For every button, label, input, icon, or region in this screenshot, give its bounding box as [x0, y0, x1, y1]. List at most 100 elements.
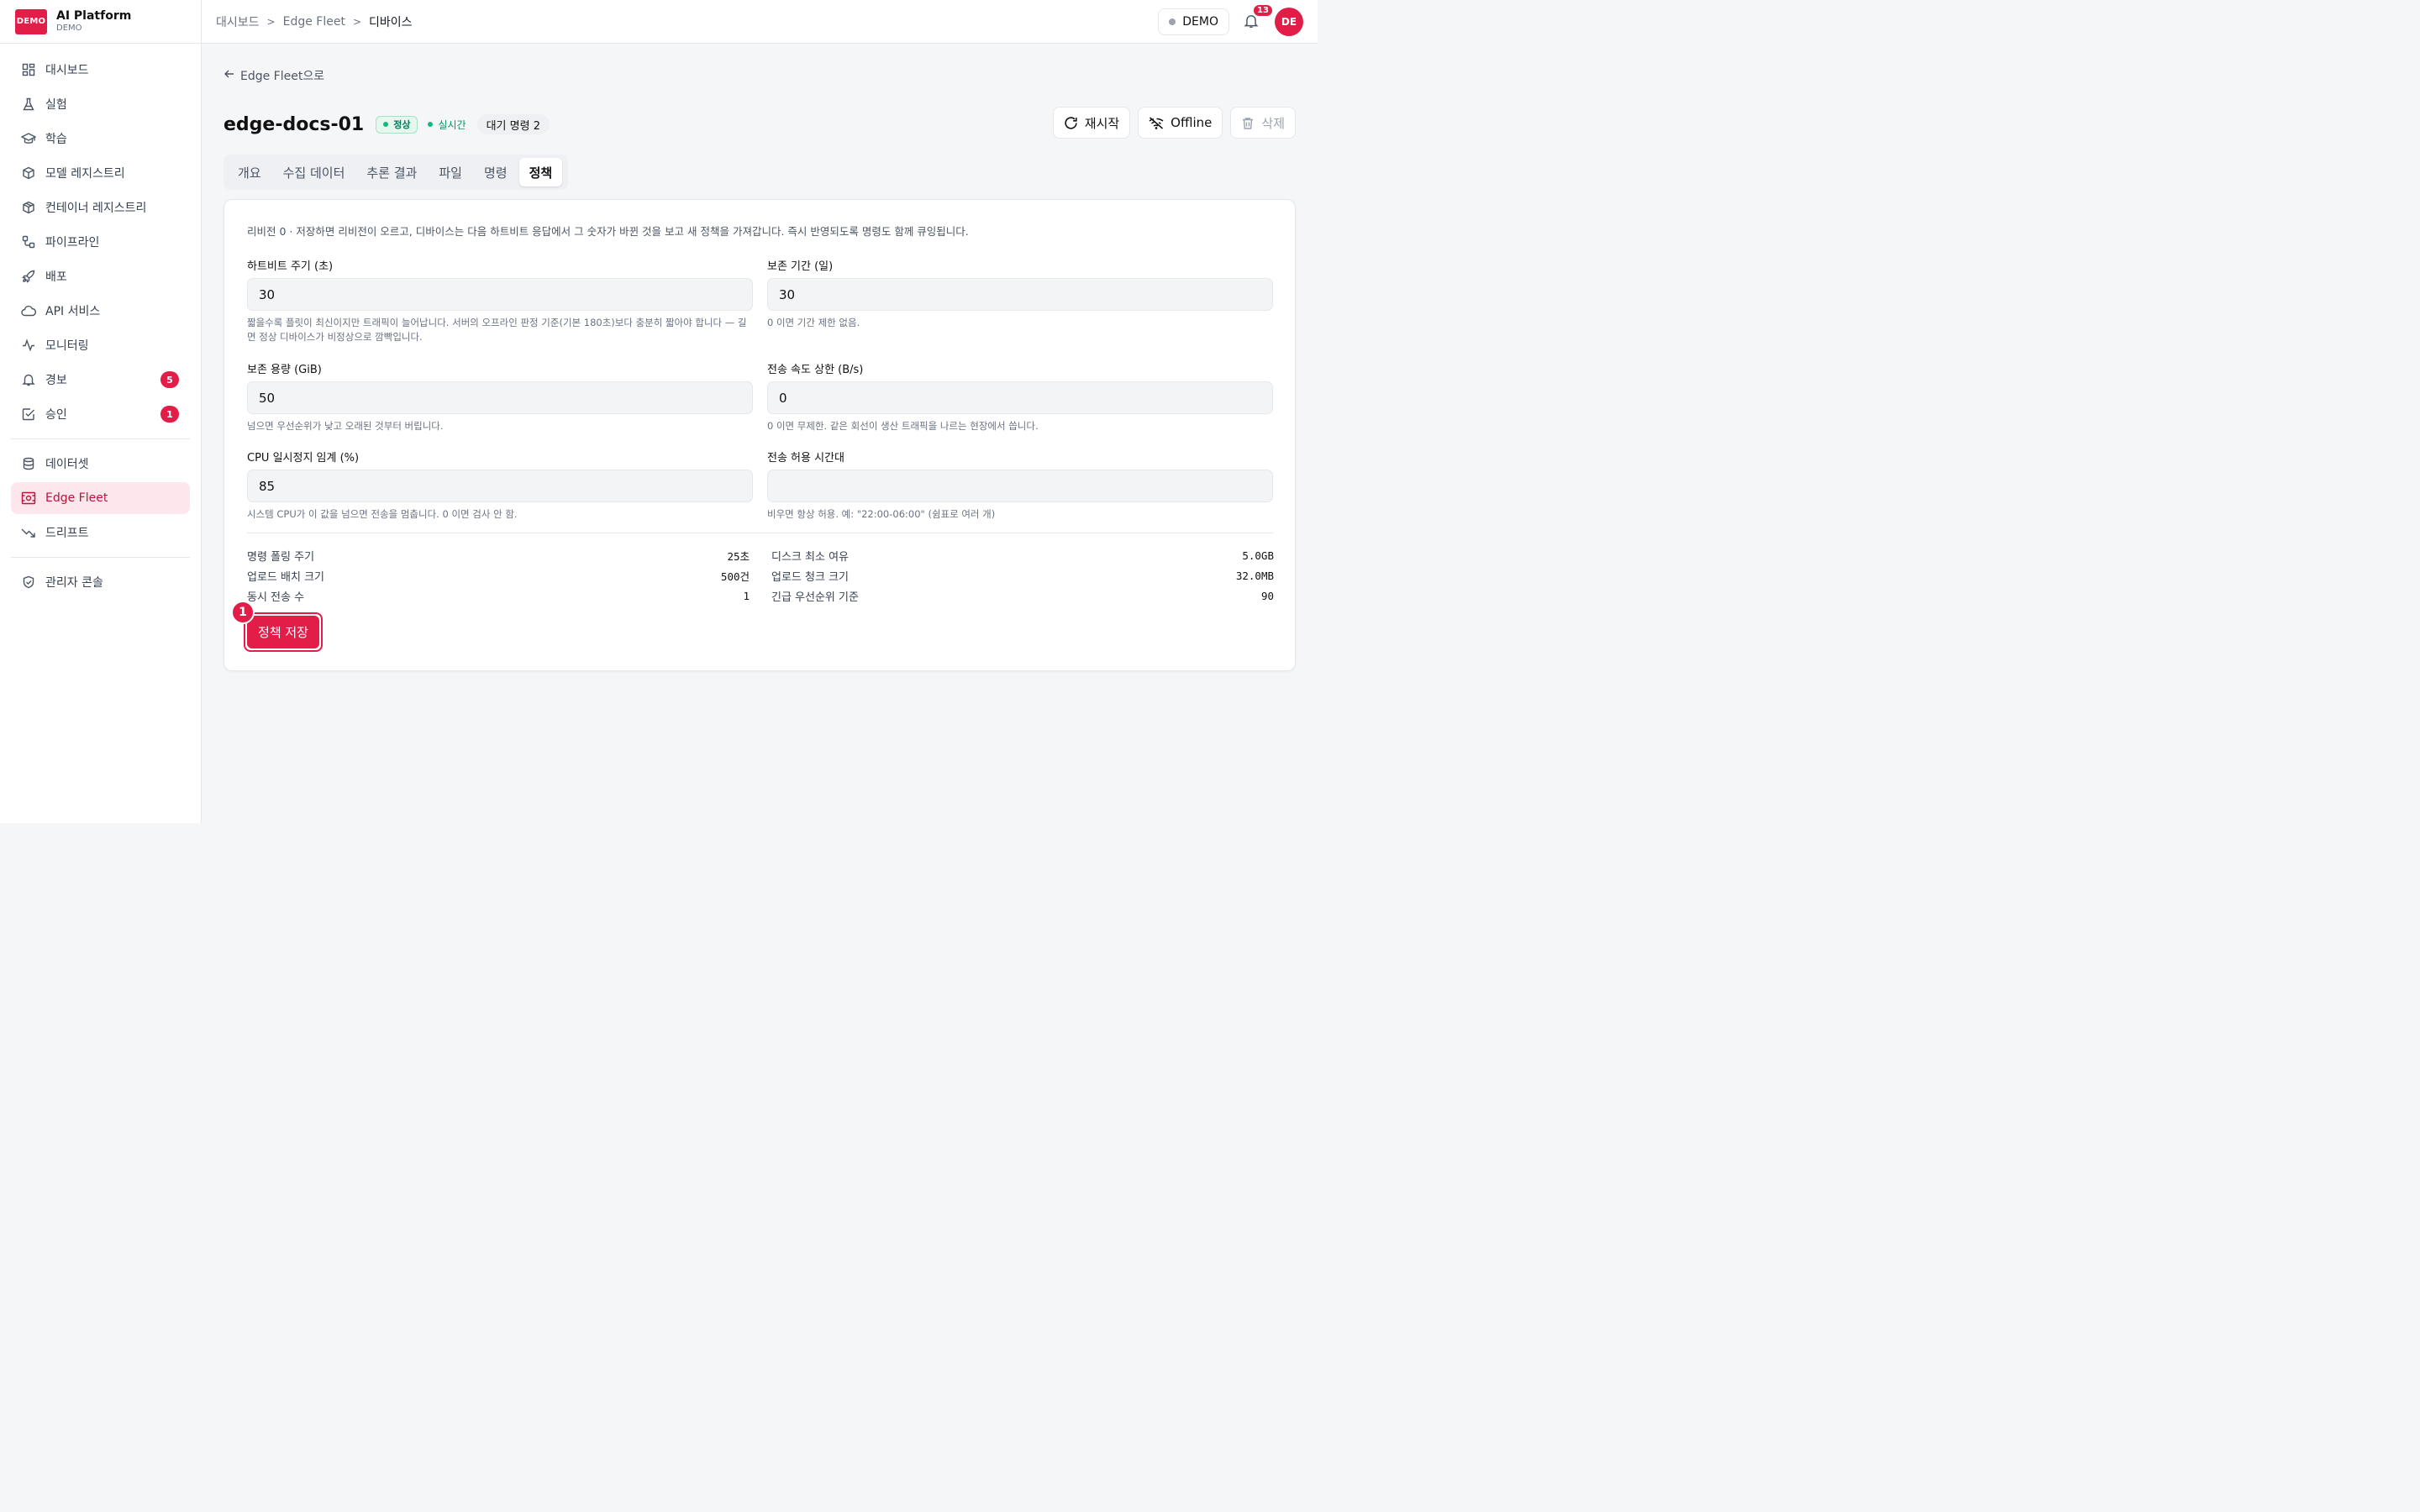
- status-badge-label: 정상: [393, 119, 411, 130]
- tab-overview[interactable]: 개요: [228, 158, 271, 186]
- delete-button[interactable]: 삭제: [1230, 107, 1296, 139]
- transfer-window-input[interactable]: [767, 470, 1273, 502]
- sidebar-item-datasets[interactable]: 데이터셋: [11, 448, 190, 480]
- sidebar-item-monitoring[interactable]: 모니터링: [11, 329, 190, 361]
- brand-logo: DEMO: [15, 8, 47, 34]
- cpu-pause-input[interactable]: 85: [247, 470, 753, 502]
- cube-icon: [21, 165, 36, 181]
- retention-days-help: 0 이면 기간 제한 없음.: [767, 317, 860, 328]
- tab-files[interactable]: 파일: [429, 158, 472, 186]
- chevron-right-icon: >: [266, 15, 276, 28]
- rate-limit-label: 전송 속도 상한 (B/s): [767, 364, 864, 376]
- device-header: edge-docs-01 정상 실시간 대기 명령 2 재시작 Offline …: [224, 107, 1296, 139]
- sidebar-item-label: 모니터링: [45, 339, 89, 353]
- tab-inference-results[interactable]: 추론 결과: [356, 158, 427, 186]
- breadcrumb-edge-fleet[interactable]: Edge Fleet: [283, 15, 345, 29]
- back-link-label: Edge Fleet으로: [240, 70, 325, 83]
- stat-row: 긴급 우선순위 기준 90: [771, 585, 1274, 606]
- avatar[interactable]: DE: [1275, 8, 1303, 36]
- sidebar-item-api-services[interactable]: API 서비스: [11, 295, 190, 327]
- shield-icon: [21, 575, 36, 590]
- approvals-count-badge: 1: [160, 406, 179, 423]
- sidebar: DEMO AI Platform DEMO 대시보드 실험 학습 모델 레지스트…: [0, 0, 202, 823]
- retention-gib-input[interactable]: 50: [247, 381, 753, 414]
- heartbeat-label: 하트비트 주기 (초): [247, 260, 334, 273]
- revision-info: 리비전 0 · 저장하면 리비전이 오르고, 디바이스는 다음 하트비트 응답에…: [247, 225, 969, 238]
- live-label: 실시간: [438, 118, 466, 131]
- environment-selector[interactable]: DEMO: [1158, 8, 1229, 35]
- sidebar-item-admin-console[interactable]: 관리자 콘솔: [11, 566, 190, 598]
- retention-gib-label: 보존 용량 (GiB): [247, 364, 322, 376]
- workflow-icon: [21, 234, 36, 249]
- status-dot-icon: [1169, 18, 1176, 25]
- stat-label: 업로드 배치 크기: [247, 570, 324, 584]
- save-button-highlight: 정책 저장: [244, 612, 323, 652]
- sidebar-item-experiments[interactable]: 실험: [11, 88, 190, 120]
- sidebar-item-label: 드리프트: [45, 527, 89, 540]
- heartbeat-field: 하트비트 주기 (초) 30 짧을수록 플릿이 최신이지만 트래픽이 늘어납니다…: [247, 257, 753, 344]
- sidebar-item-deploy[interactable]: 배포: [11, 260, 190, 292]
- stat-row: 업로드 배치 크기 500건: [247, 565, 750, 585]
- stat-label: 동시 전송 수: [247, 591, 305, 604]
- restart-button-label: 재시작: [1084, 115, 1120, 131]
- restart-button[interactable]: 재시작: [1052, 107, 1131, 139]
- sidebar-item-label: 배포: [45, 270, 67, 284]
- sidebar-item-alerts[interactable]: 경보 5: [11, 364, 190, 396]
- sidebar-item-edge-fleet[interactable]: Edge Fleet: [11, 482, 190, 514]
- breadcrumb-dashboard[interactable]: 대시보드: [216, 13, 260, 30]
- heartbeat-input[interactable]: 30: [247, 278, 753, 311]
- stat-value: 500건: [720, 570, 750, 583]
- policy-card: 리비전 0 · 저장하면 리비전이 오르고, 디바이스는 다음 하트비트 응답에…: [224, 199, 1296, 671]
- retention-days-input[interactable]: 30: [767, 278, 1273, 311]
- refresh-icon: [1064, 116, 1078, 130]
- dashboard-icon: [21, 62, 36, 77]
- stat-row: 업로드 청크 크기 32.0MB: [771, 565, 1274, 585]
- topbar: 대시보드 > Edge Fleet > 디바이스 DEMO 13 DE: [202, 0, 1318, 44]
- stat-label: 긴급 우선순위 기준: [771, 591, 859, 604]
- tab-policy[interactable]: 정책: [518, 158, 563, 186]
- bell-icon: [21, 372, 36, 387]
- stat-label: 디스크 최소 여유: [771, 550, 849, 564]
- step-marker: 1: [231, 601, 255, 624]
- chevron-right-icon: >: [352, 15, 361, 28]
- cpu-pause-help: 시스템 CPU가 이 값을 넘으면 전송을 멈춥니다. 0 이면 검사 안 함.: [247, 508, 518, 520]
- retention-gib-help: 넘으면 우선순위가 낮고 오래된 것부터 버립니다.: [247, 420, 444, 432]
- rate-limit-input[interactable]: 0: [767, 381, 1273, 414]
- save-policy-button[interactable]: 정책 저장: [247, 616, 319, 648]
- breadcrumb-current: 디바이스: [369, 15, 413, 29]
- transfer-window-help: 비우면 항상 허용. 예: "22:00-06:00" (쉼표로 여러 개): [767, 508, 996, 520]
- stat-label: 명령 폴링 주기: [247, 550, 315, 564]
- rocket-icon: [21, 269, 36, 284]
- tab-collected-data[interactable]: 수집 데이터: [273, 158, 355, 186]
- stat-row: 디스크 최소 여유 5.0GB: [771, 545, 1274, 565]
- sidebar-item-pipelines[interactable]: 파이프라인: [11, 226, 190, 258]
- notifications-button[interactable]: 13: [1244, 3, 1274, 30]
- status-dot-icon: [383, 122, 389, 127]
- retention-gib-field: 보존 용량 (GiB) 50 넘으면 우선순위가 낮고 오래된 것부터 버립니다…: [247, 360, 753, 433]
- transfer-window-label: 전송 허용 시간대: [767, 452, 844, 465]
- pending-commands-badge: 대기 명령 2: [476, 114, 550, 134]
- cpu-pause-field: CPU 일시정지 임계 (%) 85 시스템 CPU가 이 값을 넘으면 전송을…: [247, 449, 753, 522]
- sidebar-divider: [11, 557, 190, 558]
- back-to-edge-fleet-link[interactable]: Edge Fleet으로: [224, 67, 324, 84]
- stats-left: 명령 폴링 주기 25초 업로드 배치 크기 500건 동시 전송 수 1: [247, 545, 750, 606]
- sidebar-item-training[interactable]: 학습: [11, 123, 190, 155]
- sidebar-item-label: 학습: [45, 133, 67, 146]
- check-square-icon: [21, 407, 36, 422]
- stat-row: 명령 폴링 주기 25초: [247, 545, 750, 565]
- stat-label: 업로드 청크 크기: [771, 570, 849, 584]
- rate-limit-help: 0 이면 무제한. 같은 회선이 생산 트래픽을 나르는 현장에서 씁니다.: [767, 420, 1039, 432]
- offline-button[interactable]: Offline: [1138, 107, 1223, 139]
- sidebar-item-dashboard[interactable]: 대시보드: [11, 54, 190, 86]
- brand-title: AI Platform: [56, 9, 132, 23]
- sidebar-item-model-registry[interactable]: 모델 레지스트리: [11, 157, 190, 189]
- sidebar-item-drift[interactable]: 드리프트: [11, 517, 190, 549]
- heartbeat-help: 짧을수록 플릿이 최신이지만 트래픽이 늘어납니다. 서버의 오프라인 판정 기…: [247, 317, 747, 343]
- sidebar-item-container-registry[interactable]: 컨테이너 레지스트리: [11, 192, 190, 223]
- tab-commands[interactable]: 명령: [474, 158, 518, 186]
- sidebar-item-label: 승인: [45, 408, 67, 422]
- stat-value: 90: [1260, 589, 1274, 602]
- brand[interactable]: DEMO AI Platform DEMO: [0, 0, 201, 44]
- live-indicator: 실시간: [428, 118, 466, 132]
- sidebar-item-approvals[interactable]: 승인 1: [11, 398, 190, 430]
